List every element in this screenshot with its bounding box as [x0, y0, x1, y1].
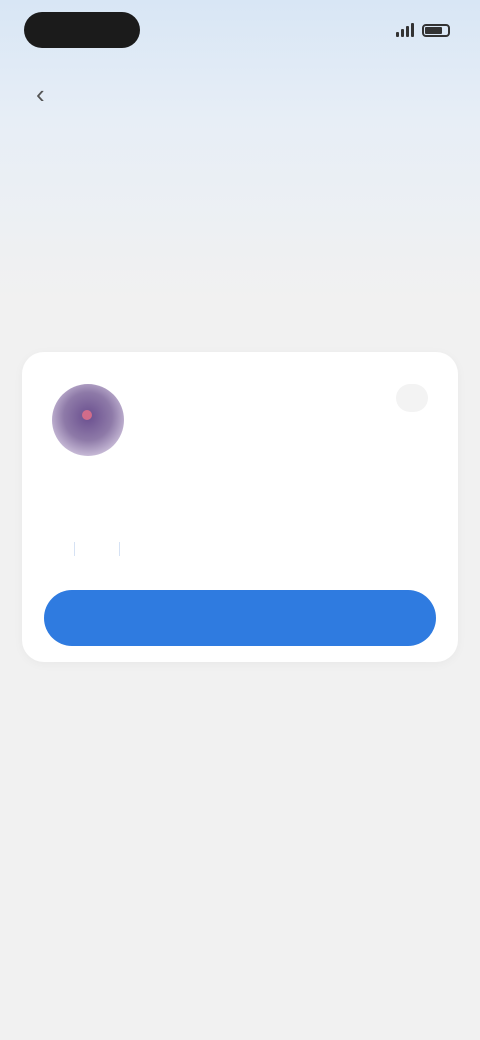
status-icons: [396, 18, 450, 42]
signal-icon: [396, 23, 414, 37]
primary-login-button[interactable]: [44, 590, 436, 646]
link-divider: [119, 542, 120, 556]
battery-icon: [422, 23, 450, 37]
login-page: ‹: [0, 0, 480, 1040]
link-divider: [74, 542, 75, 556]
account-tag: [396, 384, 428, 412]
avatar-badge: [82, 410, 92, 420]
avatar: [52, 384, 124, 456]
status-bar: [0, 0, 480, 64]
account-card: [22, 352, 458, 662]
back-arrow-icon[interactable]: ‹: [36, 78, 68, 110]
account-links: [52, 542, 142, 556]
status-time: [24, 12, 140, 48]
